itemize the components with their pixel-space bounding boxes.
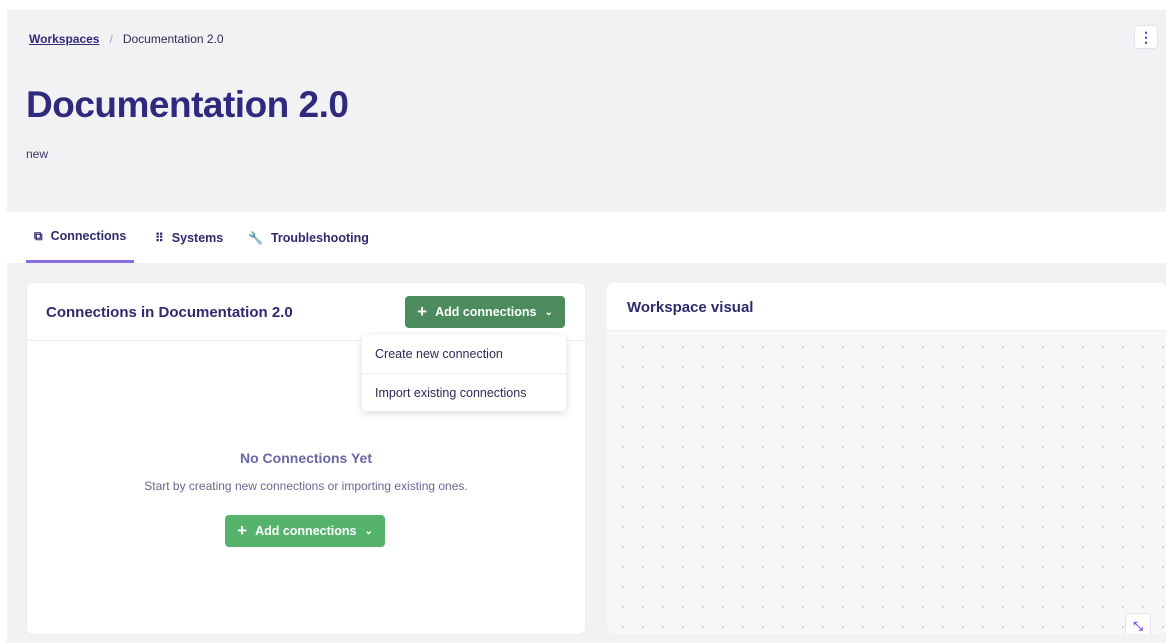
more-options-button[interactable]: ⋮: [1134, 25, 1158, 49]
connections-panel-header: Connections in Documentation 2.0 + Add c…: [27, 283, 585, 341]
connections-panel-title: Connections in Documentation 2.0: [46, 304, 293, 321]
page-description: new: [26, 147, 49, 161]
workspace-canvas[interactable]: ⤡ − +: [607, 331, 1166, 634]
workspace-visual-title: Workspace visual: [627, 299, 754, 316]
tab-systems-label: Systems: [171, 230, 224, 245]
fit-view-button[interactable]: ⤡: [1125, 613, 1151, 634]
breadcrumb: Workspaces / Documentation 2.0: [29, 32, 224, 46]
breadcrumb-current: Documentation 2.0: [122, 32, 224, 46]
tab-connections-label: Connections: [50, 229, 127, 243]
chevron-down-icon: ⌄: [544, 306, 553, 318]
tab-troubleshooting-label: Troubleshooting: [270, 230, 369, 245]
collapse-arrows-icon: ⤡: [1133, 618, 1143, 633]
add-connections-button[interactable]: + Add connections ⌄: [405, 296, 565, 328]
breadcrumb-workspaces-link[interactable]: Workspaces: [29, 32, 99, 46]
page-title: Documentation 2.0: [26, 84, 349, 125]
wrench-icon: 🔧: [248, 230, 263, 245]
copy-icon: ⧉: [34, 228, 43, 243]
workspace-visual-header: Workspace visual: [607, 283, 1166, 331]
grid-dots-icon: ⠿: [155, 230, 164, 245]
page-header: Workspaces / Documentation 2.0 ⋮ Documen…: [7, 10, 1166, 212]
menu-item-import-existing-connections[interactable]: Import existing connections: [362, 373, 566, 411]
menu-item-create-new-connection[interactable]: Create new connection: [362, 335, 566, 373]
chevron-down-icon: ⌄: [364, 525, 373, 537]
tab-connections[interactable]: ⧉ Connections: [26, 212, 135, 263]
tab-troubleshooting[interactable]: 🔧 Troubleshooting: [248, 212, 369, 263]
tab-systems[interactable]: ⠿ Systems: [155, 212, 223, 263]
plus-icon: +: [237, 521, 248, 540]
empty-add-connections-label: Add connections: [255, 524, 357, 538]
tab-bar: ⧉ Connections ⠿ Systems 🔧 Troubleshootin…: [7, 212, 1166, 263]
empty-state-text: Start by creating new connections or imp…: [144, 479, 468, 493]
add-connections-dropdown: Create new connection Import existing co…: [362, 335, 566, 411]
empty-add-connections-button[interactable]: + Add connections ⌄: [225, 515, 385, 547]
breadcrumb-separator: /: [109, 32, 113, 46]
more-vertical-icon: ⋮: [1139, 28, 1153, 45]
plus-icon: +: [417, 302, 428, 321]
empty-state-title: No Connections Yet: [240, 450, 372, 466]
add-connections-label: Add connections: [435, 305, 537, 319]
workspace-visual-panel: Workspace visual ⤡ − +: [607, 283, 1166, 634]
workspace-page: Workspaces / Documentation 2.0 ⋮ Documen…: [7, 10, 1166, 643]
